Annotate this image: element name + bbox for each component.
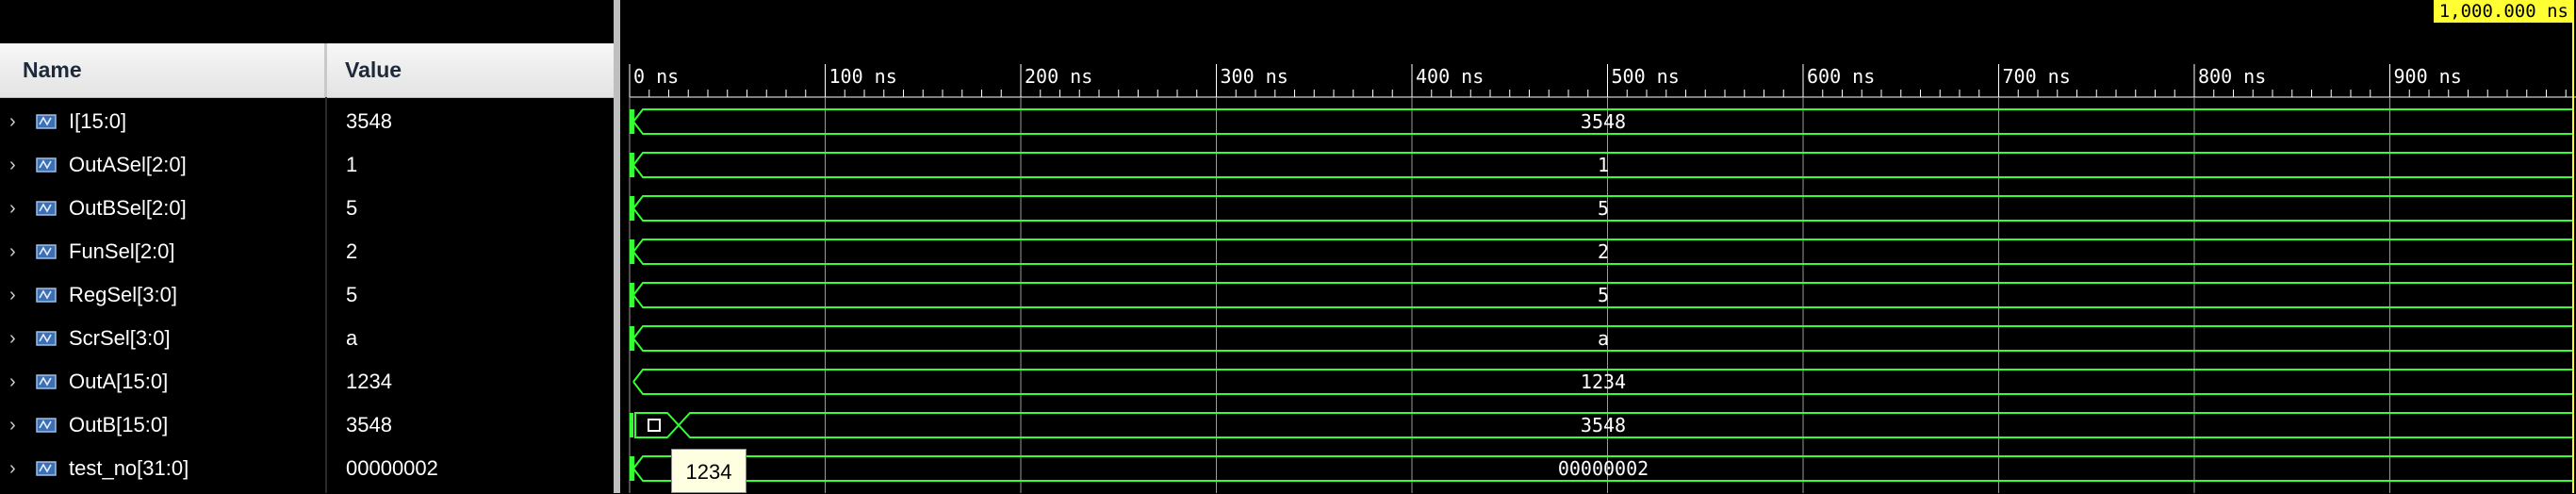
- bus-value-label: 1234: [1581, 370, 1626, 393]
- chevron-right-icon[interactable]: ›: [9, 447, 16, 490]
- signal-name: I[15:0]: [69, 109, 127, 133]
- column-resize-handle[interactable]: [324, 43, 327, 97]
- signal-value: 3548: [346, 413, 392, 436]
- bus-value-label: 2: [1598, 240, 1609, 263]
- signal-name: RegSel[3:0]: [69, 283, 177, 306]
- signal-row[interactable]: › test_no[31:0] 00000002: [0, 447, 614, 490]
- bus-signal-icon: [36, 418, 57, 433]
- bus-value-label: a: [1598, 327, 1609, 350]
- chevron-right-icon[interactable]: ›: [9, 143, 16, 187]
- bus-signal-icon: [36, 461, 57, 476]
- signal-value: 1: [346, 153, 358, 176]
- bus-segment: [634, 412, 681, 438]
- bus-value-label: 00000002: [1558, 457, 1649, 480]
- bus-signal-icon: [36, 374, 57, 389]
- chevron-right-icon[interactable]: ›: [9, 100, 16, 143]
- bus-value-label: 5: [1598, 284, 1609, 306]
- chevron-right-icon[interactable]: ›: [9, 403, 16, 447]
- initial-value-box: [648, 419, 661, 432]
- signal-name: ScrSel[3:0]: [69, 326, 171, 350]
- bus-value-label: 1: [1598, 154, 1609, 176]
- signal-row[interactable]: › FunSel[2:0] 2: [0, 230, 614, 273]
- bus-signal-icon: [36, 114, 57, 129]
- signal-name: FunSel[2:0]: [69, 239, 175, 263]
- signal-value: 3548: [346, 109, 392, 133]
- bus-value-label: 5: [1598, 197, 1609, 220]
- bus-signal-icon: [36, 201, 57, 216]
- bus-signal-icon: [36, 288, 57, 303]
- panel-top-strip: [0, 0, 614, 43]
- signal-value: 5: [346, 283, 358, 306]
- signal-name: OutBSel[2:0]: [69, 196, 187, 220]
- waveform-canvas[interactable]: 3548 1 5 2 5 a 1234 3548 00000002: [620, 0, 2576, 493]
- value-tooltip: 1234: [671, 449, 747, 493]
- chevron-right-icon[interactable]: ›: [9, 360, 16, 403]
- signal-value: 00000002: [346, 456, 438, 480]
- panel-splitter[interactable]: [614, 0, 620, 493]
- signal-row[interactable]: › OutA[15:0] 1234: [0, 360, 614, 403]
- signal-value: 1234: [346, 370, 392, 393]
- chevron-right-icon[interactable]: ›: [9, 273, 16, 317]
- bus-signal-icon: [36, 331, 57, 346]
- chevron-right-icon[interactable]: ›: [9, 230, 16, 273]
- signal-row[interactable]: › OutASel[2:0] 1: [0, 143, 614, 187]
- waveform-area[interactable]: 1,000.000 ns 0 ns 100 ns 200 ns 300 ns 400 n…: [620, 0, 2576, 493]
- bus-value-label: 3548: [1581, 414, 1626, 436]
- signal-row[interactable]: › RegSel[3:0] 5: [0, 273, 614, 317]
- signal-row[interactable]: › OutBSel[2:0] 5: [0, 187, 614, 230]
- signal-row[interactable]: › I[15:0] 3548: [0, 100, 614, 143]
- chevron-right-icon[interactable]: ›: [9, 317, 16, 360]
- signal-row[interactable]: › OutB[15:0] 3548: [0, 403, 614, 447]
- chevron-right-icon[interactable]: ›: [9, 187, 16, 230]
- value-column-header[interactable]: Value: [345, 43, 402, 97]
- bus-signal-icon: [36, 244, 57, 259]
- signal-value: a: [346, 326, 358, 350]
- signal-value: 2: [346, 239, 358, 263]
- bus-signal-icon: [36, 157, 57, 173]
- signal-list-panel: Name Value › I[15:0] 3548 › OutASel[2:0] 1 › Ou…: [0, 0, 614, 493]
- signal-list-header: Name Value: [0, 43, 614, 98]
- wave-transition-marker: [630, 413, 633, 437]
- name-column-header[interactable]: Name: [23, 43, 82, 97]
- signal-name: OutA[15:0]: [69, 370, 169, 393]
- signal-name: OutB[15:0]: [69, 413, 169, 436]
- signal-value: 5: [346, 196, 358, 220]
- signal-name: OutASel[2:0]: [69, 153, 187, 176]
- signal-name: test_no[31:0]: [69, 456, 189, 480]
- signal-row[interactable]: › ScrSel[3:0] a: [0, 317, 614, 360]
- bus-value-label: 3548: [1581, 110, 1626, 133]
